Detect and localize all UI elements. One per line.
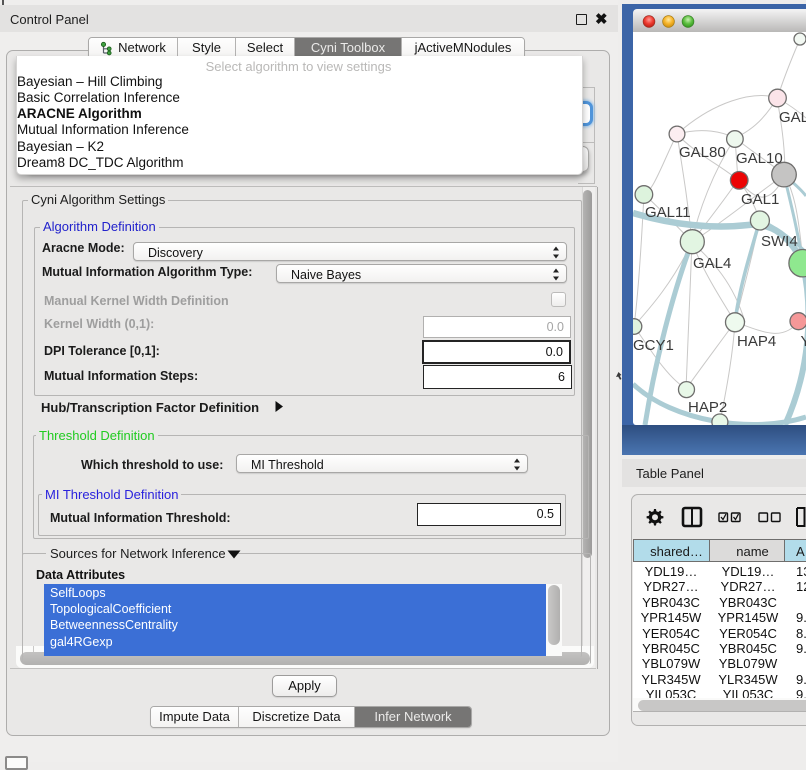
svg-text:HAP4: HAP4: [737, 333, 776, 350]
svg-text:GAL11: GAL11: [645, 204, 691, 221]
svg-text:GAL: GAL: [779, 109, 806, 126]
svg-text:HAP2: HAP2: [688, 399, 727, 416]
svg-text:GAL10: GAL10: [736, 150, 783, 167]
svg-text:GAL80: GAL80: [679, 144, 726, 161]
svg-text:GCY1: GCY1: [633, 337, 674, 354]
svg-text:Y: Y: [801, 333, 806, 350]
svg-text:GAL4: GAL4: [693, 255, 731, 272]
svg-text:GAL1: GAL1: [741, 191, 779, 208]
svg-text:SWI4: SWI4: [761, 233, 798, 250]
